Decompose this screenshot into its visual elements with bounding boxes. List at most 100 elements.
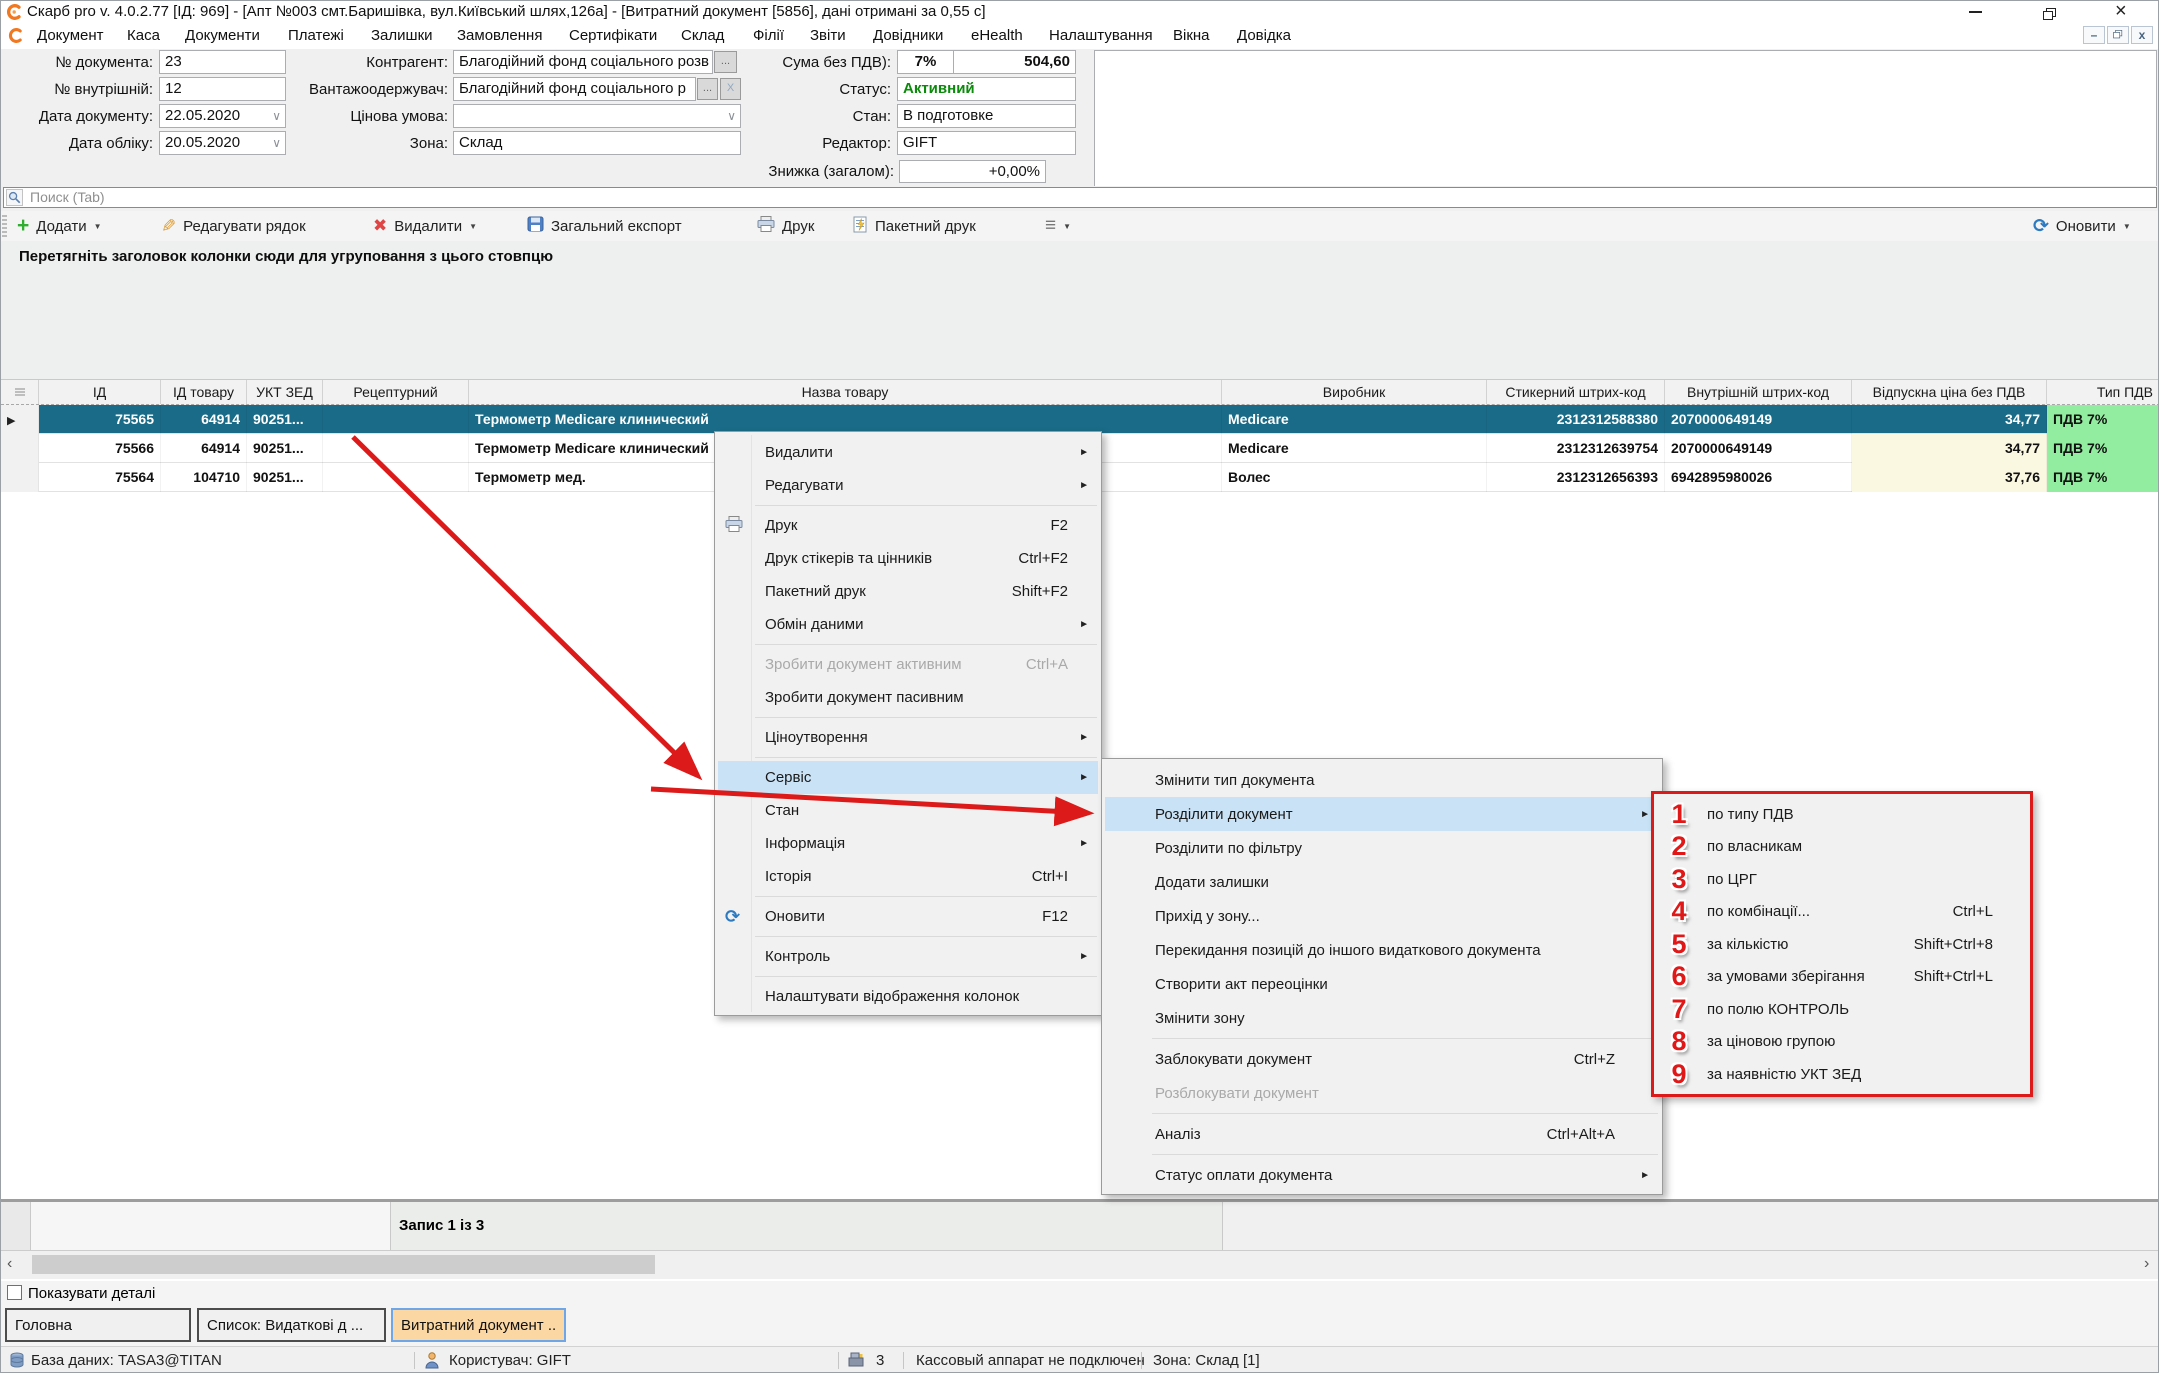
menu-dokumenty[interactable]: Документи (181, 23, 264, 49)
edit-row-button[interactable]: Редагувати рядок (161, 213, 306, 239)
tab-expense-document[interactable]: Витратний документ .. (391, 1308, 566, 1342)
batch-print-button[interactable]: Пакетний друк (853, 213, 976, 239)
menu-nalashtuvannia[interactable]: Налаштування (1045, 23, 1157, 49)
show-details-checkbox[interactable] (7, 1285, 22, 1300)
consignee-browse-button[interactable]: ... (697, 78, 718, 100)
menu-item-print-stickers[interactable]: Друк стікерів та цінниківCtrl+F2 (718, 542, 1098, 575)
menu-item-batch-print[interactable]: Пакетний друкShift+F2 (718, 575, 1098, 608)
menu-zalyshky[interactable]: Залишки (367, 23, 437, 49)
menu-item-analysis[interactable]: АналізCtrl+Alt+A (1105, 1117, 1659, 1151)
grid-cell[interactable]: Medicare (1222, 434, 1487, 463)
group-by-panel[interactable]: Перетягніть заголовок колонки сюди для у… (1, 241, 2159, 379)
menu-item-data-exchange[interactable]: Обмін даними (718, 608, 1098, 641)
grid-cell[interactable]: ПДВ 7% (2047, 405, 2159, 434)
doc-date-field[interactable]: 22.05.2020 (159, 104, 286, 128)
grid-cell[interactable]: 90251... (247, 405, 323, 434)
menu-item-by-owners[interactable]: по власникам (1657, 830, 2027, 862)
menu-item-create-revaluation-act[interactable]: Створити акт переоцінки (1105, 967, 1659, 1001)
menu-ehealth[interactable]: eHealth (967, 23, 1027, 49)
grid-cell[interactable]: 64914 (161, 434, 247, 463)
account-date-dropdown-icon[interactable] (272, 132, 281, 154)
column-header-manufacturer[interactable]: Виробник (1222, 380, 1487, 404)
column-header-product-id[interactable]: ІД товару (161, 380, 247, 404)
menu-item-by-storage-conditions[interactable]: за умовами зберіганняShift+Ctrl+L (1657, 960, 2027, 992)
menu-item-by-crg[interactable]: по ЦРГ (1657, 863, 2027, 895)
refresh-button[interactable]: Оновити (2033, 213, 2131, 239)
toolbar-grip[interactable] (2, 215, 7, 237)
menu-item-by-control-field[interactable]: по полю КОНТРОЛЬ (1657, 993, 2027, 1025)
menu-dokument[interactable]: Документ (33, 23, 108, 49)
menu-item-by-quantity[interactable]: за кількістюShift+Ctrl+8 (1657, 928, 2027, 960)
grid-cell[interactable]: 37,76 (1852, 463, 2047, 492)
menu-item-by-price-group[interactable]: за ціновою групою (1657, 1025, 2027, 1057)
tab-holovna[interactable]: Головна (5, 1308, 191, 1342)
mdi-restore-button[interactable] (2107, 26, 2129, 44)
grid-cell[interactable]: Термометр Medicare клинический (469, 405, 1222, 434)
menu-item-change-doc-type[interactable]: Змінити тип документа (1105, 763, 1659, 797)
menu-item-print[interactable]: ДрукF2 (718, 509, 1098, 542)
menu-item-payment-status[interactable]: Статус оплати документа (1105, 1158, 1659, 1192)
menu-sklad[interactable]: Склад (677, 23, 728, 49)
menu-item-by-vat-type[interactable]: по типу ПДВ (1657, 798, 2027, 830)
grid-cell[interactable]: 2312312639754 (1487, 434, 1665, 463)
column-header-recipe[interactable]: Рецептурний (323, 380, 469, 404)
export-button[interactable]: Загальний експорт (527, 213, 682, 239)
close-button[interactable] (2115, 0, 2127, 22)
scrollbar-thumb[interactable] (32, 1255, 655, 1274)
grid-cell[interactable]: 90251... (247, 463, 323, 492)
discount-field[interactable]: +0,00% (899, 160, 1046, 183)
column-list-button[interactable] (1045, 213, 1071, 239)
menu-item-configure-columns[interactable]: Налаштувати відображення колонок (718, 980, 1098, 1013)
grid-cell[interactable]: 75564 (39, 463, 161, 492)
menu-zvity[interactable]: Звіти (806, 23, 850, 49)
menu-item-edit[interactable]: Редагувати (718, 469, 1098, 502)
grid-cell[interactable]: Medicare (1222, 405, 1487, 434)
menu-vikna[interactable]: Вікна (1169, 23, 1214, 49)
consignee-field[interactable]: Благодійний фонд соціального р (453, 77, 696, 101)
grid-cell[interactable]: 2312312588380 (1487, 405, 1665, 434)
menu-platezhi[interactable]: Платежі (284, 23, 348, 49)
grid-cell[interactable]: 64914 (161, 405, 247, 434)
notes-area[interactable] (1094, 50, 2157, 199)
menu-item-pricing[interactable]: Ціноутворення (718, 721, 1098, 754)
horizontal-scrollbar[interactable] (1, 1251, 2159, 1279)
menu-item-refresh[interactable]: ОновитиF12 (718, 900, 1098, 933)
menu-item-split-document[interactable]: Розділити документ (1105, 797, 1659, 831)
menu-zamovlennia[interactable]: Замовлення (453, 23, 546, 49)
mdi-close-button[interactable] (2131, 26, 2153, 44)
column-header-ukt[interactable]: УКТ ЗЕД (247, 380, 323, 404)
grid-cell[interactable]: 2070000649149 (1665, 405, 1852, 434)
menu-item-arrival-to-zone[interactable]: Прихід у зону... (1105, 899, 1659, 933)
account-date-field[interactable]: 20.05.2020 (159, 131, 286, 155)
internal-number-field[interactable]: 12 (159, 77, 286, 101)
menu-sertyfikaty[interactable]: Сертифікати (565, 23, 661, 49)
column-header-price[interactable]: Відпускна ціна без ПДВ (1852, 380, 2047, 404)
menu-item-move-positions[interactable]: Перекидання позицій до іншого видатковог… (1105, 933, 1659, 967)
menu-item-history[interactable]: ІсторіяCtrl+I (718, 860, 1098, 893)
scroll-left-icon[interactable] (7, 1251, 12, 1279)
menu-dovidka[interactable]: Довідка (1233, 23, 1295, 49)
menu-item-control[interactable]: Контроль (718, 940, 1098, 973)
menu-item-change-zone[interactable]: Змінити зону (1105, 1001, 1659, 1035)
delete-button[interactable]: Видалити (373, 213, 477, 239)
menu-item-delete[interactable]: Видалити (718, 436, 1098, 469)
grid-row-selected[interactable]: 75565 64914 90251... Термометр Medicare … (1, 405, 2159, 434)
menu-item-by-combination[interactable]: по комбінації...Ctrl+L (1657, 895, 2027, 927)
zone-field[interactable]: Склад (453, 131, 741, 155)
mdi-minimize-button[interactable] (2083, 26, 2105, 44)
grid-cell[interactable]: Волес (1222, 463, 1487, 492)
add-button[interactable]: Додати (17, 213, 102, 239)
menu-kasa[interactable]: Каса (123, 23, 164, 49)
menu-item-service[interactable]: Сервіс (718, 761, 1098, 794)
grid-cell[interactable] (323, 463, 469, 492)
menu-item-information[interactable]: Інформація (718, 827, 1098, 860)
grid-cell[interactable]: 2312312656393 (1487, 463, 1665, 492)
menu-item-by-ukt-presence[interactable]: за наявністю УКТ ЗЕД (1657, 1058, 2027, 1090)
grid-cell[interactable]: 34,77 (1852, 405, 2047, 434)
grid-cell[interactable]: 2070000649149 (1665, 434, 1852, 463)
menu-item-split-by-filter[interactable]: Розділити по фільтру (1105, 831, 1659, 865)
menu-dovidnyky[interactable]: Довідники (869, 23, 947, 49)
menu-filii[interactable]: Філії (749, 23, 788, 49)
tab-document-list[interactable]: Список: Видаткові д ... (197, 1308, 386, 1342)
doc-number-field[interactable]: 23 (159, 50, 286, 74)
